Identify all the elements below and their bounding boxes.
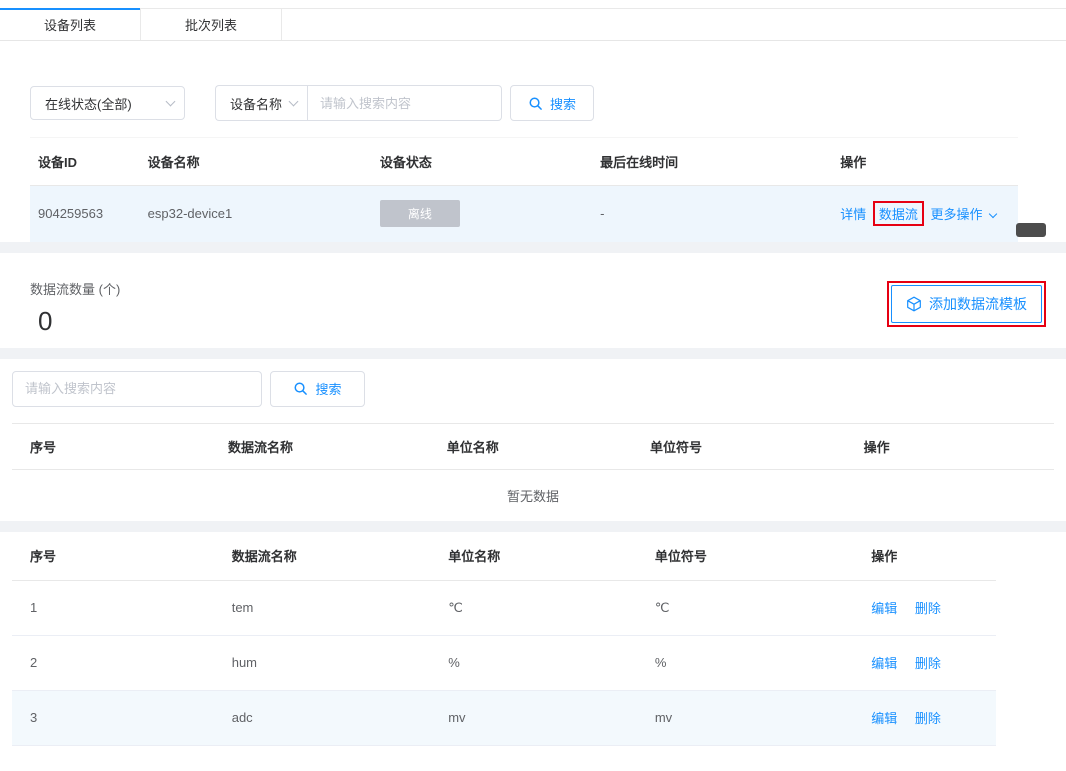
index-cell: 2: [12, 635, 214, 691]
col-header-device-id: 设备ID: [30, 137, 140, 186]
device-search-button[interactable]: 搜索: [510, 85, 594, 121]
unit-name-cell: %: [430, 635, 637, 691]
detail-link[interactable]: 详情: [840, 207, 866, 222]
section-divider: [0, 521, 1066, 532]
chevron-down-icon: [288, 96, 299, 107]
horizontal-scrollbar-thumb[interactable]: [1016, 222, 1046, 237]
tab-batch-list[interactable]: 批次列表: [141, 8, 282, 40]
search-icon: [529, 97, 542, 110]
col-header-index: 序号: [12, 532, 214, 581]
last-online-cell: -: [600, 206, 605, 222]
device-filter-bar: 在线状态(全部) 设备名称 搜索: [30, 85, 1066, 121]
device-name-cell: esp32-device1: [147, 206, 233, 222]
offline-status-badge: 离线: [379, 200, 460, 228]
col-header-unit-symbol: 单位符号: [636, 532, 854, 581]
chevron-down-icon: [988, 210, 998, 219]
datastream-search-button-label: 搜索: [315, 382, 342, 397]
index-cell: 1: [12, 580, 214, 636]
device-id-cell: 904259563: [38, 206, 104, 222]
datastream-link[interactable]: 数据流: [879, 207, 918, 222]
col-header-unit-name: 单位名称: [428, 422, 632, 470]
col-header-unit-name: 单位名称: [430, 532, 637, 581]
unit-symbol-cell: ℃: [636, 580, 854, 636]
more-actions-link[interactable]: 更多操作: [930, 207, 998, 223]
search-icon: [294, 382, 308, 395]
page: 设备列表 批次列表 在线状态(全部) 设备名称 搜索: [0, 0, 1066, 771]
index-cell: 3: [12, 690, 214, 746]
col-header-stream-name: 数据流名称: [209, 422, 429, 470]
col-header-actions: 操作: [845, 422, 1054, 470]
datastream-search-input[interactable]: [12, 370, 262, 407]
device-search-group: 设备名称: [215, 85, 502, 121]
datastream-link-highlight-box: 数据流: [872, 201, 924, 227]
col-header-actions: 操作: [853, 532, 996, 581]
datastream-search-button[interactable]: 搜索: [270, 370, 365, 407]
datastream-list-card: 序号 数据流名称 单位名称 单位符号 操作 1 tem ℃ ℃ 编辑 删除 2 …: [0, 532, 1066, 771]
stream-name-cell: tem: [213, 580, 431, 636]
col-header-index: 序号: [12, 422, 210, 470]
tabbar: 设备列表 批次列表: [0, 8, 1066, 41]
add-template-highlight-box: 添加数据流模板: [887, 280, 1046, 327]
online-status-select[interactable]: 在线状态(全部): [30, 86, 185, 120]
device-search-input[interactable]: [307, 85, 502, 121]
device-table-header-row: 设备ID 设备名称 设备状态 最后在线时间 操作: [30, 137, 1018, 186]
delete-link[interactable]: 删除: [915, 656, 941, 671]
unit-name-cell: mv: [430, 690, 637, 746]
device-actions-cell: 详情 数据流 更多操作: [832, 186, 1018, 242]
datastream-summary-card: 数据流数量 (个) 0 添加数据流模板: [0, 252, 1066, 348]
section-divider: [0, 347, 1066, 359]
empty-data-text: 暂无数据: [506, 488, 559, 504]
col-header-device-name: 设备名称: [139, 137, 372, 186]
search-field-select[interactable]: 设备名称: [215, 85, 307, 121]
unit-symbol-cell: %: [636, 635, 854, 691]
col-header-stream-name: 数据流名称: [213, 532, 431, 581]
device-status-cell: 离线: [372, 186, 592, 242]
device-table: 设备ID 设备名称 设备状态 最后在线时间 操作 904259563 esp32…: [30, 137, 1018, 242]
col-header-last-online: 最后在线时间: [592, 137, 833, 186]
box-icon: [907, 296, 921, 311]
datastream-table-header-row: 序号 数据流名称 单位名称 单位符号 操作: [12, 422, 1054, 470]
tab-device-list[interactable]: 设备列表: [0, 8, 141, 40]
online-status-select-value: 在线状态(全部): [45, 96, 132, 112]
col-header-device-status: 设备状态: [371, 137, 593, 186]
datastream-row-tem[interactable]: 1 tem ℃ ℃ 编辑 删除: [12, 580, 996, 636]
edit-link[interactable]: 编辑: [871, 711, 897, 726]
search-field-select-value: 设备名称: [230, 96, 283, 112]
stream-name-cell: adc: [213, 690, 431, 746]
datastream-table: 序号 数据流名称 单位名称 单位符号 操作 1 tem ℃ ℃ 编辑 删除 2 …: [12, 532, 996, 746]
stream-name-cell: hum: [213, 635, 431, 691]
device-search-button-label: 搜索: [549, 96, 576, 112]
datastream-table-header-row: 序号 数据流名称 单位名称 单位符号 操作: [12, 532, 996, 581]
add-template-button-label: 添加数据流模板: [929, 295, 1027, 312]
more-actions-label: 更多操作: [930, 207, 983, 223]
device-table-row[interactable]: 904259563 esp32-device1 离线 - 详情 数据流 更多操作: [30, 185, 1018, 242]
datastream-empty-table: 序号 数据流名称 单位名称 单位符号 操作 暂无数据: [12, 422, 1054, 522]
edit-link[interactable]: 编辑: [871, 656, 897, 671]
datastream-count-label: 数据流数量 (个): [30, 281, 121, 297]
datastream-search-bar: 搜索: [12, 370, 1054, 407]
delete-link[interactable]: 删除: [915, 711, 941, 726]
delete-link[interactable]: 删除: [915, 601, 941, 616]
row-actions-cell: 编辑 删除: [853, 690, 996, 746]
section-divider: [0, 241, 1066, 253]
row-actions-cell: 编辑 删除: [853, 635, 996, 691]
unit-name-cell: ℃: [430, 580, 637, 636]
empty-row: 暂无数据: [12, 469, 1054, 521]
datastream-search-card: 搜索 序号 数据流名称 单位名称 单位符号 操作 暂无数据: [0, 358, 1066, 522]
device-list-card: 设备列表 批次列表 在线状态(全部) 设备名称 搜索: [0, 0, 1066, 242]
unit-symbol-cell: mv: [636, 690, 854, 746]
add-datastream-template-button[interactable]: 添加数据流模板: [891, 284, 1042, 323]
row-actions-cell: 编辑 删除: [853, 580, 996, 636]
col-header-actions: 操作: [832, 137, 1018, 186]
edit-link[interactable]: 编辑: [871, 601, 897, 616]
datastream-row-hum[interactable]: 2 hum % % 编辑 删除: [12, 635, 996, 691]
chevron-down-icon: [165, 96, 176, 107]
datastream-row-adc[interactable]: 3 adc mv mv 编辑 删除: [12, 690, 996, 746]
col-header-unit-symbol: 单位符号: [631, 422, 846, 470]
